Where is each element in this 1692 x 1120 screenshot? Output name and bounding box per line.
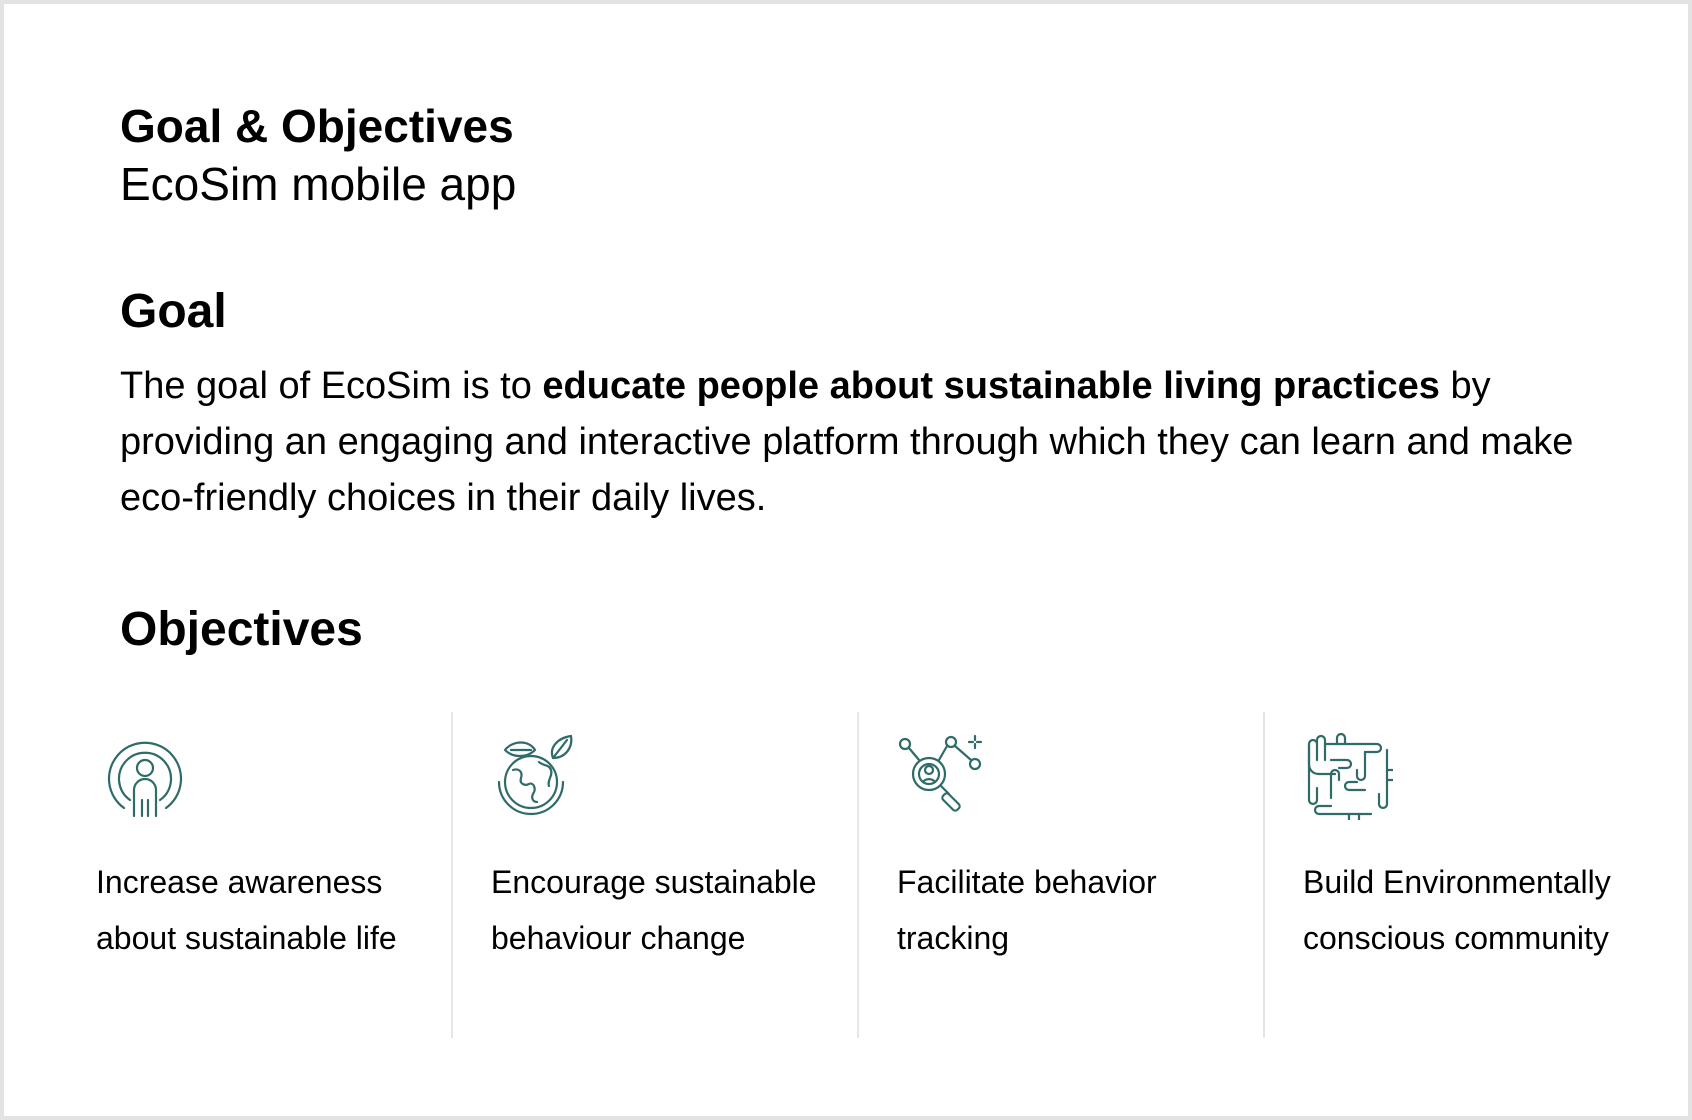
person-radar-icon [100,730,190,820]
objective-label: Increase awareness about sustainable life [96,864,397,956]
objectives-row: Increase awareness about sustainable life… [0,712,1692,1038]
magnifier-network-icon [897,730,987,820]
globe-leaves-icon [491,730,581,820]
page-title: Goal & Objectives [120,100,514,152]
hands-together-icon [1303,730,1393,820]
page-subtitle: EcoSim mobile app [120,158,517,210]
goal-text-start: The goal of EcoSim is to [120,365,543,407]
divider [857,712,859,1038]
objective-label: Encourage sustainable behaviour change [491,864,817,956]
objective-label: Facilitate behavior tracking [897,864,1157,956]
divider [451,712,453,1038]
goal-text-emphasis: educate people about sustainable living … [542,365,1440,407]
goal-paragraph: The goal of EcoSim is to educate people … [120,358,1580,526]
objective-label: Build Environmentally conscious community [1303,864,1611,956]
divider [1263,712,1265,1038]
goal-heading: Goal [120,285,227,338]
objectives-heading: Objectives [120,603,363,656]
